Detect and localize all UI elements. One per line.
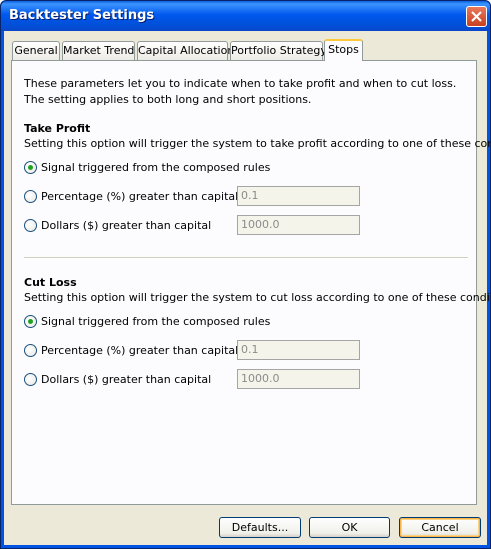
cancel-button[interactable]: Cancel (399, 517, 481, 538)
take-profit-description: Setting this option will trigger the sys… (24, 137, 491, 150)
cut-loss-title: Cut Loss (24, 276, 77, 289)
cut-loss-dollars-field[interactable]: 1000.0 (237, 369, 360, 389)
window-title: Backtester Settings (9, 8, 155, 23)
radio-button[interactable] (24, 315, 37, 328)
take-profit-dollars-field[interactable]: 1000.0 (237, 215, 360, 235)
close-icon (471, 11, 482, 22)
tab-general[interactable]: General (12, 41, 60, 60)
radio-label: Percentage (%) greater than capital (41, 190, 239, 203)
stops-panel: These parameters let you to indicate whe… (11, 60, 490, 505)
defaults-button[interactable]: Defaults... (219, 517, 301, 538)
intro-line-1: These parameters let you to indicate whe… (24, 77, 457, 90)
radio-selected-dot (28, 165, 33, 170)
radio-button[interactable] (24, 219, 37, 232)
radio-label: Dollars ($) greater than capital (41, 219, 212, 232)
take-profit-percentage-field[interactable]: 0.1 (237, 186, 360, 206)
radio-label: Dollars ($) greater than capital (41, 373, 212, 386)
backtester-settings-window: Backtester Settings General Market Trend… (0, 0, 491, 549)
radio-button[interactable] (24, 161, 37, 174)
title-bar[interactable]: Backtester Settings (1, 1, 490, 31)
radio-label: Signal triggered from the composed rules (41, 161, 271, 174)
close-button[interactable] (466, 6, 487, 27)
radio-label: Signal triggered from the composed rules (41, 315, 271, 328)
radio-button[interactable] (24, 344, 37, 357)
intro-line-2: The setting applies to both long and sho… (24, 93, 312, 106)
radio-button[interactable] (24, 190, 37, 203)
ok-button[interactable]: OK (309, 517, 390, 538)
radio-button[interactable] (24, 373, 37, 386)
radio-selected-dot (28, 319, 33, 324)
take-profit-title: Take Profit (24, 122, 91, 135)
tab-portfolio-strategy[interactable]: Portfolio Strategy (230, 41, 327, 60)
cut-loss-percentage-field[interactable]: 0.1 (237, 340, 360, 360)
tab-market-trend[interactable]: Market Trend (62, 41, 135, 60)
tab-stops[interactable]: Stops (324, 39, 363, 61)
cut-loss-description: Setting this option will trigger the sys… (24, 291, 491, 304)
dialog-client-area: General Market Trend Capital Allocation … (4, 31, 490, 545)
tab-capital-allocation[interactable]: Capital Allocation (137, 41, 234, 60)
radio-label: Percentage (%) greater than capital (41, 344, 239, 357)
section-divider (24, 257, 468, 259)
